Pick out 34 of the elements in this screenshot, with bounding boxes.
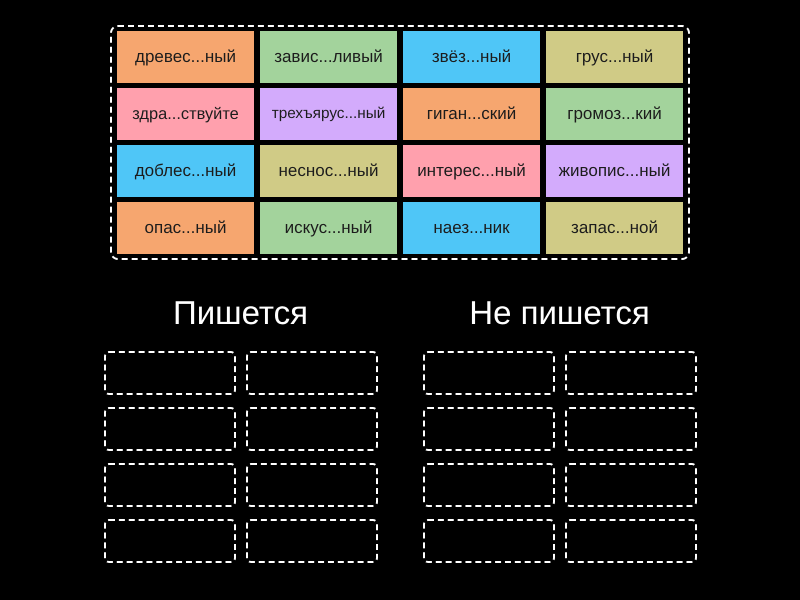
drop-slot[interactable] [246, 351, 378, 395]
word-card[interactable]: неснос...ный [260, 145, 397, 197]
word-card[interactable]: доблес...ный [117, 145, 254, 197]
drop-slot[interactable] [564, 407, 696, 451]
word-card[interactable]: здра...ствуйте [117, 88, 254, 140]
word-card[interactable]: грус...ный [546, 31, 683, 83]
drop-slot[interactable] [422, 351, 554, 395]
word-card[interactable]: трехъярус...ный [260, 88, 397, 140]
word-card[interactable]: искус...ный [260, 202, 397, 254]
drop-slot[interactable] [564, 519, 696, 563]
drop-slot[interactable] [564, 463, 696, 507]
word-card[interactable]: живопис...ный [546, 145, 683, 197]
drop-slot[interactable] [246, 519, 378, 563]
word-card[interactable]: древес...ный [117, 31, 254, 83]
word-card[interactable]: звёз...ный [403, 31, 540, 83]
drop-slot[interactable] [104, 463, 236, 507]
word-card[interactable]: интерес...ный [403, 145, 540, 197]
word-card[interactable]: наез...ник [403, 202, 540, 254]
drop-slot[interactable] [104, 407, 236, 451]
drop-slot[interactable] [422, 463, 554, 507]
drop-slot[interactable] [104, 351, 236, 395]
drop-slot[interactable] [246, 407, 378, 451]
drop-slot[interactable] [246, 463, 378, 507]
drop-slot[interactable] [104, 519, 236, 563]
drop-slot[interactable] [422, 407, 554, 451]
word-card[interactable]: гиган...ский [403, 88, 540, 140]
drop-slot[interactable] [422, 519, 554, 563]
group-title: Пишется [173, 293, 308, 333]
word-card[interactable]: запас...ной [546, 202, 683, 254]
word-card[interactable]: опас...ный [117, 202, 254, 254]
word-card[interactable]: завис...ливый [260, 31, 397, 83]
drop-slot[interactable] [564, 351, 696, 395]
group-title: Не пишется [469, 293, 650, 333]
word-card[interactable]: громоз...кий [546, 88, 683, 140]
